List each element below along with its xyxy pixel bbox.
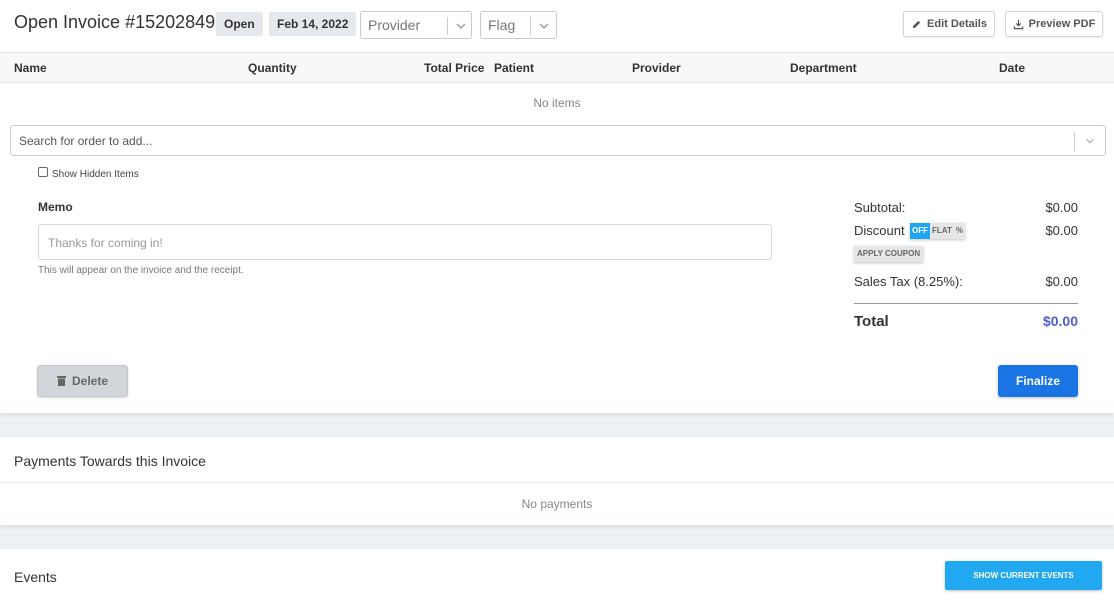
column-header-total-price[interactable]: Total Price: [424, 61, 484, 75]
events-title: Events: [14, 569, 57, 585]
provider-select-placeholder: Provider: [368, 17, 421, 33]
payments-title: Payments Towards this Invoice: [14, 453, 206, 469]
column-header-date[interactable]: Date: [999, 61, 1025, 75]
totals-divider: [854, 303, 1078, 304]
delete-button[interactable]: Delete: [37, 365, 128, 397]
show-current-events-button[interactable]: SHOW CURRENT EVENTS: [945, 561, 1102, 590]
discount-value: $0.00: [1045, 223, 1078, 238]
subtotal-value: $0.00: [1045, 200, 1078, 215]
select-divider: [1074, 132, 1075, 151]
events-card: Events SHOW CURRENT EVENTS: [0, 549, 1114, 602]
discount-percent-option[interactable]: %: [953, 223, 965, 239]
column-header-patient[interactable]: Patient: [494, 61, 534, 75]
chevron-down-icon: [539, 23, 549, 29]
subtotal-label: Subtotal:: [854, 200, 906, 215]
discount-type-toggle: OFF FLAT %: [910, 223, 965, 239]
total-label: Total: [854, 313, 889, 330]
select-divider: [447, 17, 448, 35]
sales-tax-value: $0.00: [1045, 274, 1078, 289]
pencil-icon: [912, 20, 921, 28]
date-badge[interactable]: Feb 14, 2022: [269, 12, 357, 36]
flag-select-placeholder: Flag: [488, 17, 516, 33]
edit-details-button[interactable]: Edit Details: [903, 11, 995, 37]
chevron-down-icon: [456, 23, 466, 29]
preview-pdf-button[interactable]: Preview PDF: [1005, 11, 1103, 37]
finalize-button[interactable]: Finalize: [998, 365, 1078, 397]
download-icon: [1013, 19, 1023, 29]
sales-tax-label: Sales Tax (8.25%):: [854, 274, 963, 289]
column-header-provider[interactable]: Provider: [632, 61, 681, 75]
discount-off-option[interactable]: OFF: [910, 223, 930, 239]
memo-input[interactable]: Thanks for coming in!: [38, 224, 772, 260]
edit-details-label: Edit Details: [927, 18, 987, 30]
show-hidden-items-checkbox[interactable]: [38, 167, 48, 177]
items-table-header: Name Quantity Total Price Patient Provid…: [0, 52, 1114, 83]
payments-divider: [0, 482, 1114, 483]
flag-select[interactable]: Flag: [480, 11, 557, 39]
delete-label: Delete: [71, 374, 109, 388]
discount-flat-option[interactable]: FLAT: [930, 223, 954, 239]
column-header-name[interactable]: Name: [14, 61, 47, 75]
memo-help-text: This will appear on the invoice and the …: [38, 265, 244, 276]
status-badge: Open: [216, 12, 263, 36]
empty-items-text: No items: [533, 96, 581, 110]
select-divider: [530, 17, 531, 35]
apply-coupon-button[interactable]: APPLY COUPON: [854, 246, 924, 262]
payments-card: Payments Towards this Invoice No payment…: [0, 437, 1114, 525]
preview-pdf-label: Preview PDF: [1028, 18, 1096, 30]
chevron-down-icon[interactable]: [1083, 134, 1097, 148]
order-search-placeholder: Search for order to add...: [19, 134, 153, 148]
column-header-quantity[interactable]: Quantity: [248, 61, 297, 75]
column-header-department[interactable]: Department: [790, 61, 857, 75]
empty-payments-text: No payments: [521, 497, 593, 511]
memo-placeholder: Thanks for coming in!: [48, 236, 163, 250]
provider-select[interactable]: Provider: [360, 11, 472, 39]
trash-icon: [56, 376, 66, 386]
page-title: Open Invoice #15202849: [14, 12, 216, 32]
memo-label: Memo: [38, 200, 73, 214]
invoice-card: Open Invoice #15202849 Open Feb 14, 2022…: [0, 0, 1114, 413]
discount-label: Discount: [854, 223, 905, 238]
order-search-input[interactable]: Search for order to add...: [10, 125, 1106, 156]
show-hidden-items-label[interactable]: Show Hidden Items: [52, 169, 139, 180]
total-value: $0.00: [1042, 313, 1078, 329]
